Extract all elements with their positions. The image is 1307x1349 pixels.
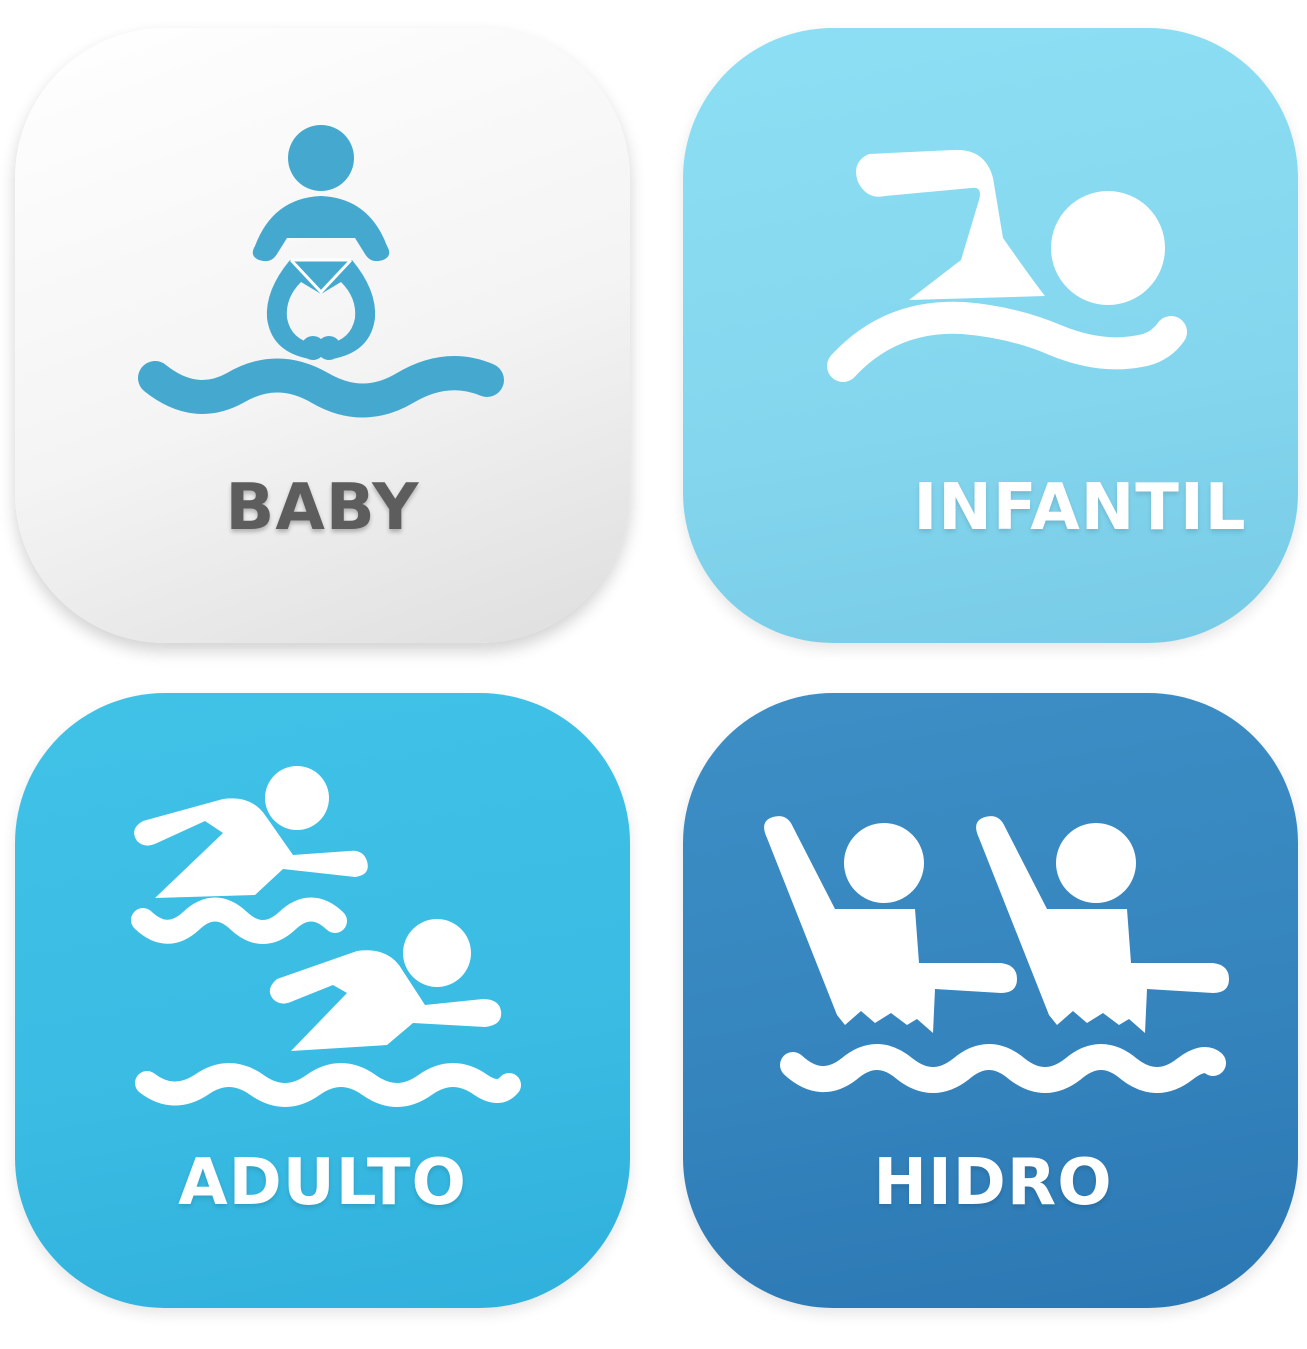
tile-adulto[interactable]: ADULTO (15, 693, 630, 1308)
swimmer-icon (827, 149, 1187, 382)
tile-label: ADULTO (178, 1146, 467, 1220)
baby-swim-icon (138, 125, 504, 418)
tile-hidro[interactable]: HIDRO (683, 693, 1298, 1308)
tile-baby[interactable]: BABY (15, 28, 630, 643)
tile-label: INFANTIL (913, 471, 1247, 545)
tile-infantil[interactable]: INFANTIL (683, 28, 1298, 643)
tile-label: HIDRO (873, 1146, 1113, 1220)
tile-label: BABY (225, 471, 420, 545)
